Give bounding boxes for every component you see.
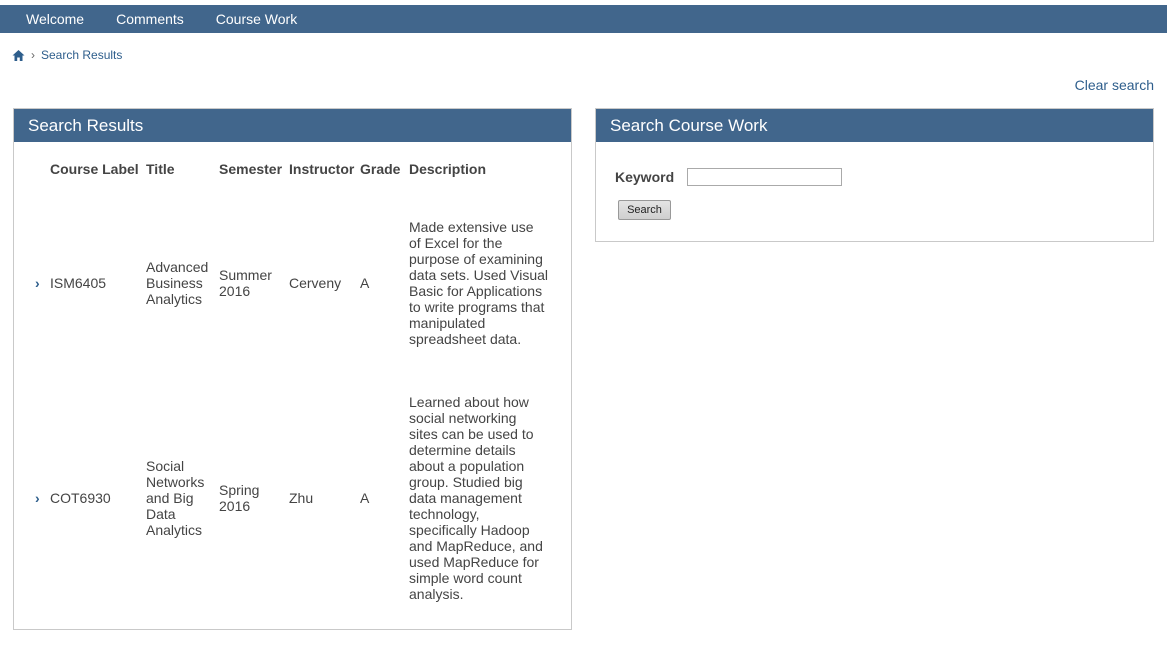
course-instructor: Cerveny (289, 274, 342, 291)
course-label: ISM6405 (50, 274, 107, 291)
column-header-expander (33, 161, 50, 195)
search-results-title: Search Results (14, 109, 571, 142)
chevron-right-icon[interactable]: › (33, 275, 40, 291)
results-header-row: Course Label Title Semester Instructor G… (33, 161, 549, 195)
search-course-work-panel: Search Course Work Keyword Search (595, 108, 1154, 242)
nav-comments[interactable]: Comments (116, 11, 184, 27)
course-description: Learned about how social networking site… (409, 394, 543, 602)
breadcrumb-current[interactable]: Search Results (41, 48, 122, 62)
breadcrumb: › Search Results (12, 48, 122, 62)
column-header-course-label: Course Label (50, 161, 139, 177)
clear-search-link[interactable]: Clear search (1075, 77, 1154, 93)
expand-cell: › (33, 195, 50, 370)
column-header-instructor: Instructor (289, 161, 355, 177)
column-header-grade: Grade (360, 161, 401, 177)
table-row[interactable]: › COT6930 Social Networks and Big Data A… (33, 370, 549, 626)
keyword-input[interactable] (687, 168, 843, 186)
breadcrumb-separator: › (31, 48, 35, 62)
column-header-title: Title (146, 161, 175, 177)
search-results-panel: Search Results Course Label Title Semest… (13, 108, 572, 630)
course-label: COT6930 (50, 490, 111, 506)
course-title: Advanced Business Analytics (146, 258, 209, 307)
column-header-semester: Semester (219, 161, 283, 177)
course-instructor: Zhu (289, 490, 314, 506)
search-button[interactable]: Search (618, 200, 671, 220)
search-course-work-title: Search Course Work (596, 109, 1153, 142)
keyword-label: Keyword (615, 169, 675, 185)
top-nav: Welcome Comments Course Work (0, 5, 1167, 33)
course-description: Made extensive use of Excel for the purp… (409, 218, 549, 347)
home-icon[interactable] (12, 49, 25, 62)
results-table: Course Label Title Semester Instructor G… (33, 161, 549, 626)
search-form: Keyword (615, 168, 843, 186)
course-semester: Spring 2016 (219, 482, 260, 514)
nav-welcome[interactable]: Welcome (26, 11, 84, 27)
course-grade: A (360, 274, 370, 291)
chevron-right-icon[interactable]: › (33, 490, 40, 506)
course-title: Social Networks and Big Data Analytics (146, 458, 205, 538)
course-grade: A (360, 490, 370, 506)
expand-cell: › (33, 370, 50, 626)
course-semester: Summer 2016 (219, 266, 272, 299)
column-header-description: Description (409, 161, 487, 177)
nav-course-work[interactable]: Course Work (216, 11, 297, 27)
table-row[interactable]: › ISM6405 Advanced Business Analytics Su… (33, 195, 549, 370)
